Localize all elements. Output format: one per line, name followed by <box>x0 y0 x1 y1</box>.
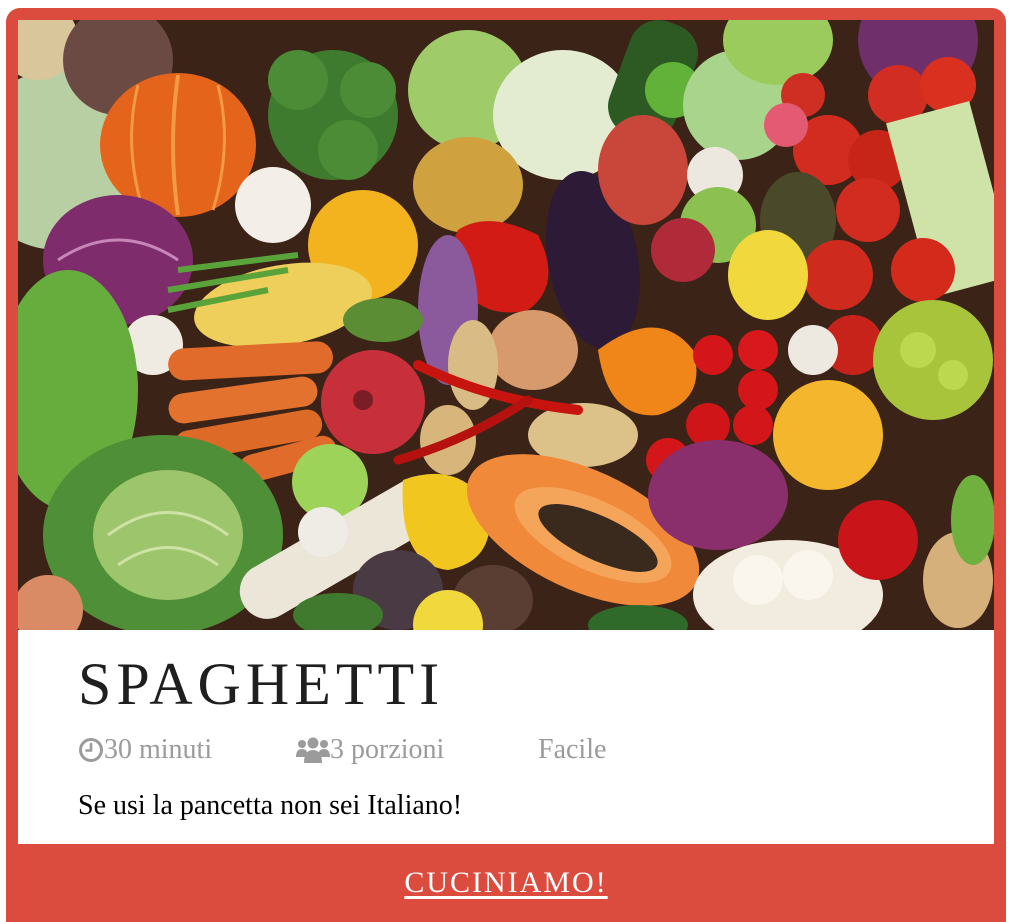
clock-icon <box>78 737 104 763</box>
time-info: 30 minuti <box>78 734 296 766</box>
cook-button[interactable]: CUCINIAMO! <box>404 866 607 900</box>
recipe-body: SPAGHETTI 30 minuti 3 porzioni Facile Se… <box>18 630 994 844</box>
vegetables-photo <box>18 20 994 630</box>
recipe-card: SPAGHETTI 30 minuti 3 porzioni Facile Se… <box>6 8 1006 922</box>
servings-info: 3 porzioni <box>296 734 538 766</box>
recipe-title: SPAGHETTI <box>78 651 445 717</box>
people-icon <box>296 737 330 763</box>
recipe-description: Se usi la pancetta non sei Italiano! <box>78 790 463 821</box>
time-label: 30 minuti <box>104 734 213 765</box>
difficulty-label: Facile <box>538 734 607 765</box>
recipe-meta: 30 minuti 3 porzioni Facile <box>78 734 606 766</box>
difficulty-info: Facile <box>538 734 606 766</box>
servings-label: 3 porzioni <box>330 734 445 765</box>
cta-bar: CUCINIAMO! <box>6 844 1006 922</box>
